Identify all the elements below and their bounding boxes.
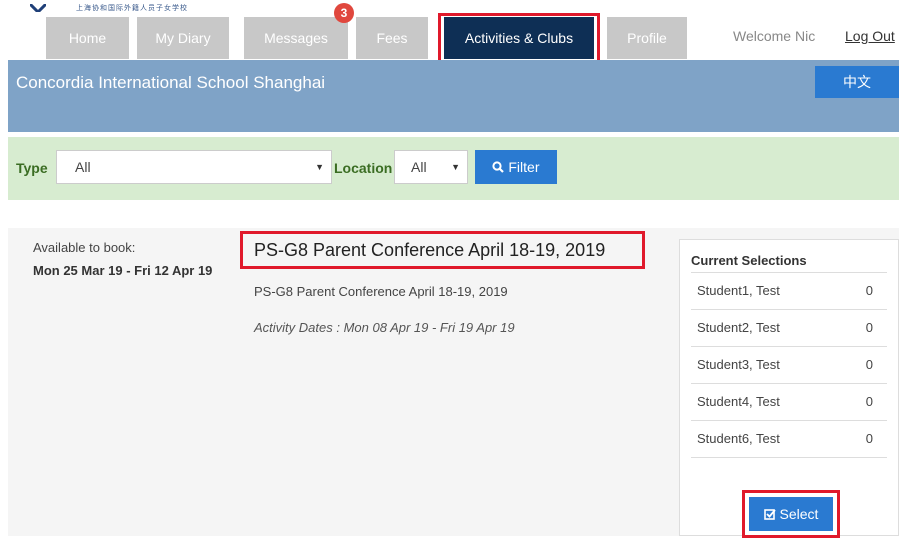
tab-messages[interactable]: Messages <box>244 17 348 59</box>
checkbox-edit-icon <box>763 509 776 520</box>
location-select[interactable]: All ▼ <box>394 150 468 184</box>
tab-my-diary[interactable]: My Diary <box>137 17 229 59</box>
available-label: Available to book: <box>33 240 136 255</box>
student-name: Student2, Test <box>697 320 780 335</box>
student-name: Student6, Test <box>697 431 780 446</box>
student-name: Student3, Test <box>697 357 780 372</box>
activity-dates: Activity Dates : Mon 08 Apr 19 - Fri 19 … <box>254 320 515 335</box>
select-button[interactable]: Select <box>749 497 833 531</box>
list-item: Student4, Test 0 <box>691 384 887 421</box>
type-label: Type <box>16 160 48 176</box>
welcome-text: Welcome Nic <box>733 28 816 44</box>
list-item: Student3, Test 0 <box>691 347 887 384</box>
available-dates: Mon 25 Mar 19 - Fri 12 Apr 19 <box>33 263 213 278</box>
selection-count: 0 <box>865 394 873 409</box>
activity-description: PS-G8 Parent Conference April 18-19, 201… <box>254 284 508 299</box>
school-banner: Concordia International School Shanghai … <box>8 60 899 132</box>
search-icon <box>492 161 505 173</box>
type-select[interactable]: All ▼ <box>56 150 332 184</box>
tab-activities-clubs[interactable]: Activities & Clubs <box>444 17 594 59</box>
logout-link[interactable]: Log Out <box>845 28 895 44</box>
type-select-value: All <box>75 159 91 175</box>
top-navigation: 上海协和国际外籍人员子女学校 Home My Diary Messages 3 … <box>0 0 899 63</box>
tab-profile[interactable]: Profile <box>607 17 687 59</box>
tab-fees[interactable]: Fees <box>356 17 428 59</box>
selection-count: 0 <box>865 431 873 446</box>
current-selections-panel: Current Selections Student1, Test 0 Stud… <box>679 239 899 538</box>
location-label: Location <box>334 160 393 176</box>
selections-list: Student1, Test 0 Student2, Test 0 Studen… <box>691 272 887 458</box>
list-item: Student6, Test 0 <box>691 421 887 458</box>
student-name: Student1, Test <box>697 283 780 298</box>
logo-text: 上海协和国际外籍人员子女学校 <box>76 5 188 12</box>
select-button-label: Select <box>779 506 819 522</box>
selection-count: 0 <box>865 320 873 335</box>
filter-button-label: Filter <box>508 159 540 175</box>
selection-count: 0 <box>865 283 873 298</box>
activity-title[interactable]: PS-G8 Parent Conference April 18-19, 201… <box>254 240 605 261</box>
activity-listing: Available to book: Mon 25 Mar 19 - Fri 1… <box>8 228 899 538</box>
filter-bar: Type All ▼ Location All ▼ Filter <box>8 137 899 200</box>
language-button[interactable]: 中文 <box>815 66 899 98</box>
school-logo-icon <box>30 4 46 12</box>
dropdown-arrow-icon: ▼ <box>315 162 324 172</box>
messages-count-badge: 3 <box>334 3 354 23</box>
school-name: Concordia International School Shanghai <box>16 73 326 92</box>
list-item: Student2, Test 0 <box>691 310 887 347</box>
tab-home[interactable]: Home <box>46 17 129 59</box>
dropdown-arrow-icon: ▼ <box>451 162 460 172</box>
student-name: Student4, Test <box>697 394 780 409</box>
list-item: Student1, Test 0 <box>691 273 887 310</box>
location-select-value: All <box>411 159 427 175</box>
filter-button[interactable]: Filter <box>475 150 557 184</box>
current-selections-title: Current Selections <box>691 253 807 268</box>
selection-count: 0 <box>865 357 873 372</box>
